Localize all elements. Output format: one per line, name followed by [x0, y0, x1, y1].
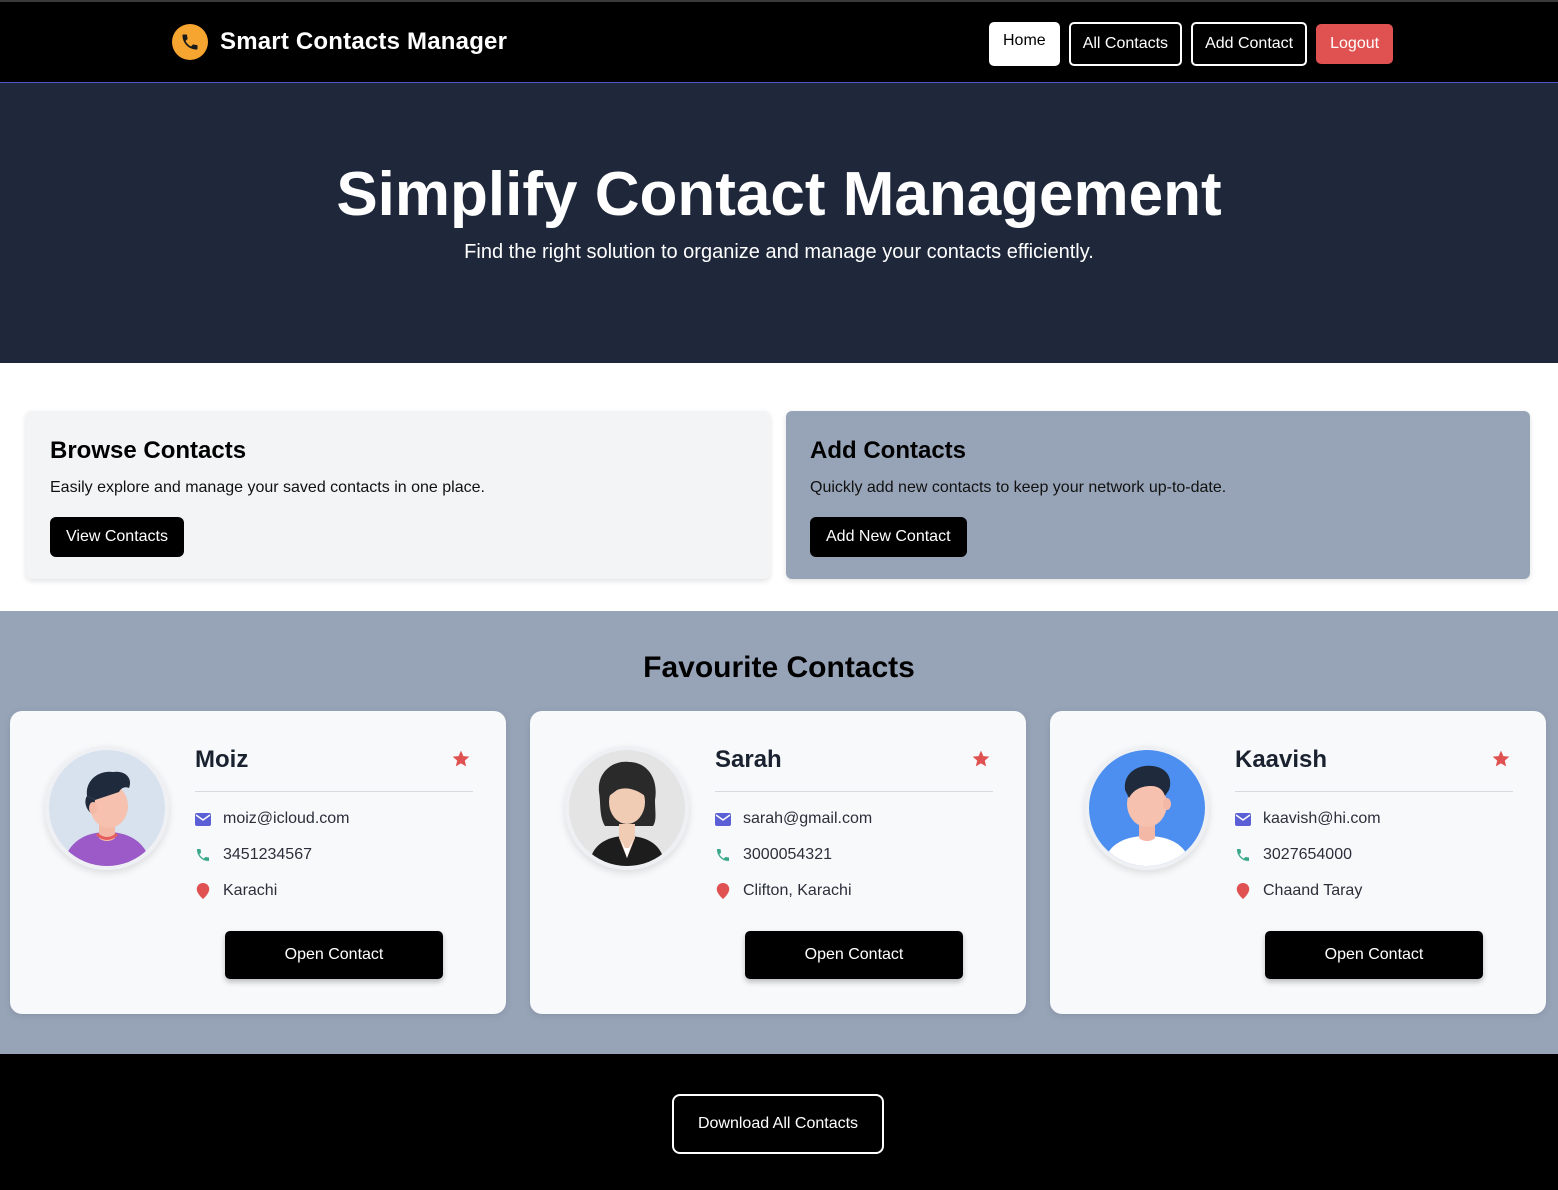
open-contact-button[interactable]: Open Contact [745, 931, 963, 979]
logout-button[interactable]: Logout [1316, 24, 1394, 64]
contact-phone: 3027654000 [1263, 846, 1352, 863]
star-icon[interactable] [971, 749, 991, 774]
avatar [565, 746, 689, 870]
nav-all-contacts-button[interactable]: All Contacts [1068, 22, 1183, 66]
contact-phone-row: 3000054321 [715, 846, 832, 864]
open-contact-button[interactable]: Open Contact [1265, 931, 1483, 979]
phone-icon [195, 847, 211, 863]
contact-card: Kaavish kaavish@hi.com 3027654000 Chaand… [1050, 711, 1546, 1014]
nav-add-contact-button[interactable]: Add Contact [1191, 22, 1308, 66]
phone-icon [715, 847, 731, 863]
browse-description: Easily explore and manage your saved con… [50, 479, 485, 496]
divider [1235, 791, 1513, 792]
divider [715, 791, 993, 792]
contact-phone-row: 3451234567 [195, 846, 312, 864]
nav-links: Home All Contacts Add Contact Logout [989, 22, 1394, 66]
nav-home-button[interactable]: Home [989, 22, 1060, 66]
hero-title: Simplify Contact Management [336, 160, 1222, 229]
view-contacts-button[interactable]: View Contacts [50, 517, 184, 557]
browse-contacts-card: Browse Contacts Easily explore and manag… [26, 411, 770, 579]
contact-name: Kaavish [1235, 746, 1328, 773]
navbar: Smart Contacts Manager Home All Contacts… [0, 0, 1558, 83]
add-description: Quickly add new contacts to keep your ne… [810, 479, 1227, 496]
contact-card: Sarah sarah@gmail.com 3000054321 Clifton… [530, 711, 1026, 1014]
avatar [45, 746, 169, 870]
star-icon[interactable] [1491, 749, 1511, 774]
contact-email: kaavish@hi.com [1263, 810, 1381, 827]
download-all-contacts-button[interactable]: Download All Contacts [672, 1094, 884, 1154]
divider [195, 791, 473, 792]
phone-icon [172, 24, 208, 60]
add-title: Add Contacts [810, 437, 966, 464]
contact-location-row: Karachi [195, 882, 277, 900]
contact-email: sarah@gmail.com [743, 810, 873, 827]
contact-email-row: kaavish@hi.com [1235, 810, 1381, 828]
location-pin-icon [1235, 883, 1251, 899]
avatar [1085, 746, 1209, 870]
contact-phone: 3451234567 [223, 846, 312, 863]
location-pin-icon [195, 883, 211, 899]
contact-phone-row: 3027654000 [1235, 846, 1352, 864]
phone-icon [1235, 847, 1251, 863]
browse-title: Browse Contacts [50, 437, 247, 464]
add-contacts-card: Add Contacts Quickly add new contacts to… [786, 411, 1530, 579]
contact-email-row: moiz@icloud.com [195, 810, 350, 828]
favourites-title: Favourite Contacts [643, 651, 915, 684]
envelope-icon [715, 811, 731, 827]
add-new-contact-button[interactable]: Add New Contact [810, 517, 967, 557]
contact-location: Clifton, Karachi [743, 882, 852, 899]
hero: Simplify Contact Management Find the rig… [0, 83, 1558, 363]
envelope-icon [195, 811, 211, 827]
envelope-icon [1235, 811, 1251, 827]
open-contact-button[interactable]: Open Contact [225, 931, 443, 979]
contact-email-row: sarah@gmail.com [715, 810, 872, 828]
contact-email: moiz@icloud.com [223, 810, 350, 827]
hero-subtitle: Find the right solution to organize and … [464, 241, 1094, 263]
contact-location: Chaand Taray [1263, 882, 1363, 899]
contact-location: Karachi [223, 882, 278, 899]
favourite-contacts-section: Favourite Contacts Moiz moiz@icloud.com … [0, 611, 1558, 1054]
brand[interactable]: Smart Contacts Manager [172, 24, 507, 60]
contact-card: Moiz moiz@icloud.com 3451234567 Karachi … [10, 711, 506, 1014]
footer: Download All Contacts [0, 1054, 1558, 1190]
contact-location-row: Clifton, Karachi [715, 882, 852, 900]
location-pin-icon [715, 883, 731, 899]
contact-name: Sarah [715, 746, 782, 773]
brand-title: Smart Contacts Manager [220, 28, 508, 55]
star-icon[interactable] [451, 749, 471, 774]
contact-name: Moiz [195, 746, 249, 773]
contact-location-row: Chaand Taray [1235, 882, 1362, 900]
contact-phone: 3000054321 [743, 846, 832, 863]
